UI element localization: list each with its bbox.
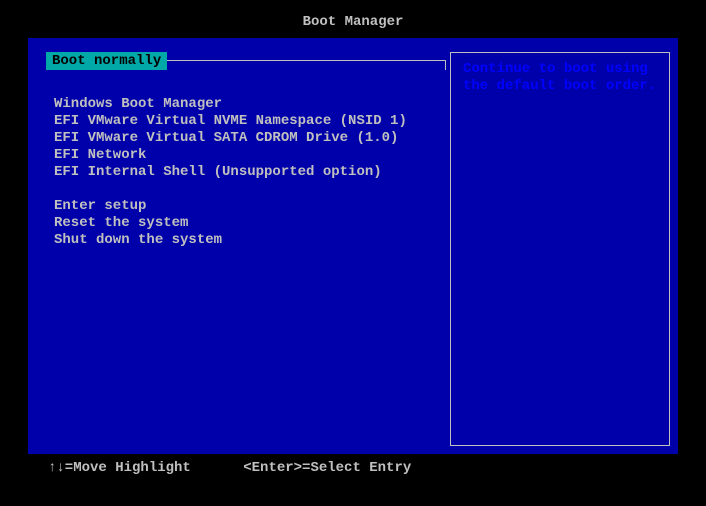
description-line-2: the default boot order. [463, 78, 657, 95]
description-panel: Continue to boot using the default boot … [450, 52, 670, 446]
boot-option-shell[interactable]: EFI Internal Shell (Unsupported option) [54, 164, 438, 181]
boot-option-cdrom[interactable]: EFI VMware Virtual SATA CDROM Drive (1.0… [54, 130, 438, 147]
hint-move-highlight: ↑↓=Move Highlight [48, 460, 191, 476]
page-title: Boot Manager [0, 0, 706, 38]
system-option-shutdown[interactable]: Shut down the system [54, 232, 438, 249]
footer-hints: ↑↓=Move Highlight <Enter>=Select Entry [0, 454, 706, 476]
boot-option-windows[interactable]: Windows Boot Manager [54, 96, 438, 113]
boot-option-network[interactable]: EFI Network [54, 147, 438, 164]
spacer [54, 181, 438, 198]
hint-select-entry: <Enter>=Select Entry [243, 460, 411, 476]
system-option-reset[interactable]: Reset the system [54, 215, 438, 232]
boot-option-nvme[interactable]: EFI VMware Virtual NVME Namespace (NSID … [54, 113, 438, 130]
boot-menu-panel: Boot normally Windows Boot Manager EFI V… [36, 52, 446, 448]
main-panel: Boot normally Windows Boot Manager EFI V… [28, 38, 678, 454]
description-line-1: Continue to boot using [463, 61, 657, 78]
system-option-setup[interactable]: Enter setup [54, 198, 438, 215]
selected-boot-option[interactable]: Boot normally [46, 52, 167, 70]
boot-options-list: Windows Boot Manager EFI VMware Virtual … [54, 96, 438, 249]
